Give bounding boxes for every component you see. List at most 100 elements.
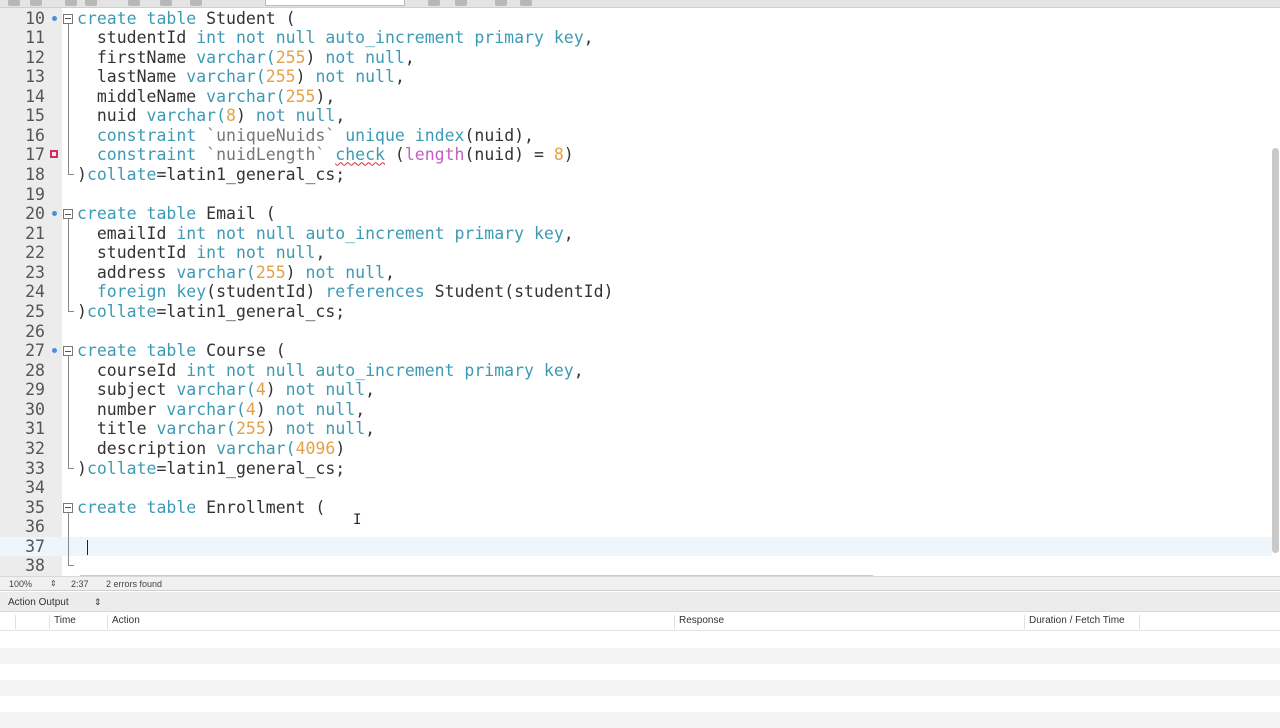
toolbar-button[interactable] <box>128 0 140 6</box>
code-line[interactable]: 24 foreign key(studentId) references Stu… <box>0 282 1272 303</box>
code-line[interactable]: 12 firstName varchar(255) not null, <box>0 47 1272 68</box>
search-input[interactable] <box>265 0 405 6</box>
code-line[interactable]: 27 create table Course ( <box>0 341 1272 362</box>
line-number: 34 <box>25 478 45 498</box>
toolbar-button[interactable] <box>455 0 467 6</box>
code-line[interactable]: 13 lastName varchar(255) not null, <box>0 67 1272 87</box>
code-line[interactable]: 32 description varchar(4096) <box>0 439 1272 459</box>
code-text[interactable]: courseId int not null auto_increment pri… <box>77 361 584 381</box>
column-header-duration[interactable]: Duration / Fetch Time <box>1024 615 1140 629</box>
output-selector[interactable]: Action Output <box>8 597 69 608</box>
zoom-level[interactable]: 100% <box>9 579 32 589</box>
sql-text: description <box>77 439 217 459</box>
code-line[interactable]: 21 emailId int not null auto_increment p… <box>0 223 1272 244</box>
code-text[interactable]: create table Enrollment ( <box>77 498 325 518</box>
code-line[interactable]: 14 middleName varchar(255), <box>0 86 1272 107</box>
code-line[interactable]: 22 studentId int not null, <box>0 243 1272 263</box>
fold-guide <box>68 399 69 420</box>
toolbar-button[interactable] <box>160 0 172 6</box>
code-line[interactable]: 19 <box>0 185 1272 205</box>
column-header-response[interactable]: Response <box>674 615 1024 629</box>
line-number: 23 <box>25 262 45 282</box>
toolbar-button[interactable] <box>190 0 202 6</box>
code-text[interactable]: constraint `nuidLength` check (length(nu… <box>77 145 574 165</box>
selector-chevron-icon[interactable]: ⇕ <box>94 597 102 608</box>
toolbar-button[interactable] <box>495 0 507 6</box>
code-line[interactable]: 31 title varchar(255) not null, <box>0 419 1272 440</box>
code-text[interactable]: description varchar(4096) <box>77 439 345 459</box>
code-text[interactable]: middleName varchar(255), <box>77 87 335 107</box>
code-line[interactable]: 20 create table Email ( <box>0 204 1272 225</box>
code-text[interactable]: title varchar(255) not null, <box>77 419 375 439</box>
code-line[interactable]: 25)collate=latin1_general_cs; <box>0 302 1272 322</box>
code-text[interactable]: studentId int not null, <box>77 243 326 263</box>
fold-collapse-icon[interactable] <box>63 209 73 220</box>
toolbar-button[interactable] <box>8 0 20 6</box>
code-line[interactable]: 17 constraint `nuidLength` check (length… <box>0 145 1272 166</box>
code-line[interactable]: 36 <box>0 517 1272 537</box>
code-text[interactable]: number varchar(4) not null, <box>77 400 365 420</box>
column-header-action[interactable]: Action <box>107 615 675 629</box>
code-line[interactable]: 34 <box>0 478 1272 498</box>
bookmark-dot-icon[interactable] <box>52 15 57 21</box>
code-text[interactable]: lastName varchar(255) not null, <box>77 67 405 87</box>
fold-guide <box>68 282 69 303</box>
fold-guide <box>68 47 69 68</box>
code-line[interactable]: 28 courseId int not null auto_increment … <box>0 360 1272 381</box>
code-text[interactable]: create table Course ( <box>77 341 286 361</box>
column-header-index[interactable] <box>15 615 50 629</box>
code-line[interactable]: 29 subject varchar(4) not null, <box>0 380 1272 400</box>
toolbar-button[interactable] <box>520 0 532 6</box>
code-line[interactable]: 18)collate=latin1_general_cs; <box>0 165 1272 185</box>
code-line[interactable]: 16 constraint `uniqueNuids` unique index… <box>0 125 1272 146</box>
error-count[interactable]: 2 errors found <box>106 579 162 589</box>
code-line[interactable]: 15 nuid varchar(8) not null, <box>0 106 1272 126</box>
code-text[interactable]: subject varchar(4) not null, <box>77 380 375 400</box>
fold-collapse-icon[interactable] <box>63 346 73 357</box>
fold-guide <box>68 67 69 87</box>
code-text[interactable]: constraint `uniqueNuids` unique index(nu… <box>77 126 534 146</box>
code-text[interactable]: address varchar(255) not null, <box>77 263 395 283</box>
zoom-stepper-icon[interactable]: ⇕ <box>50 579 57 588</box>
bookmark-dot-icon[interactable] <box>52 348 57 354</box>
text-caret <box>87 539 88 555</box>
code-line[interactable]: 35 create table Enrollment ( <box>0 498 1272 518</box>
code-text[interactable]: create table Email ( <box>77 204 276 224</box>
code-text[interactable]: )collate=latin1_general_cs; <box>77 165 345 185</box>
column-header-time[interactable]: Time <box>49 615 107 629</box>
code-text[interactable]: firstName varchar(255) not null, <box>77 48 415 68</box>
line-number: 13 <box>25 67 45 87</box>
sql-text: , <box>385 262 395 282</box>
code-line[interactable]: 26 <box>0 322 1272 342</box>
code-line[interactable]: 37 <box>0 536 1272 557</box>
code-text[interactable]: )collate=latin1_general_cs; <box>77 459 345 479</box>
sql-editor[interactable]: 10 create table Student (11 studentId int… <box>0 8 1280 576</box>
error-marker-icon[interactable] <box>50 150 58 159</box>
fold-collapse-icon[interactable] <box>63 13 73 24</box>
sql-text: ) <box>265 380 286 400</box>
sql-keyword: references <box>325 282 425 302</box>
code-text[interactable]: studentId int not null auto_increment pr… <box>77 28 594 48</box>
code-text[interactable]: emailId int not null auto_increment prim… <box>77 224 574 244</box>
code-line[interactable]: 23 address varchar(255) not null, <box>0 262 1272 283</box>
code-text[interactable]: foreign key(studentId) references Studen… <box>77 282 614 302</box>
bookmark-dot-icon[interactable] <box>52 211 57 217</box>
code-line[interactable]: 11 studentId int not null auto_increment… <box>0 28 1272 48</box>
toolbar-button[interactable] <box>428 0 440 6</box>
code-text[interactable]: nuid varchar(8) not null, <box>77 106 345 126</box>
code-line[interactable]: 30 number varchar(4) not null, <box>0 399 1272 420</box>
sql-number: 255 <box>285 86 316 106</box>
code-line[interactable]: 38 <box>0 556 1272 576</box>
code-text[interactable]: create table Student ( <box>77 9 296 29</box>
code-text[interactable]: )collate=latin1_general_cs; <box>77 302 345 322</box>
fold-guide <box>68 125 69 146</box>
table-row <box>0 696 1280 712</box>
toolbar-button[interactable] <box>30 0 42 6</box>
toolbar-button[interactable] <box>65 0 77 6</box>
code-line[interactable]: 10 create table Student ( <box>0 9 1272 29</box>
vertical-scrollbar[interactable] <box>1272 148 1279 553</box>
sql-text: ) <box>77 165 87 185</box>
code-line[interactable]: 33)collate=latin1_general_cs; <box>0 458 1272 479</box>
toolbar-button[interactable] <box>85 0 97 6</box>
fold-collapse-icon[interactable] <box>63 502 73 513</box>
